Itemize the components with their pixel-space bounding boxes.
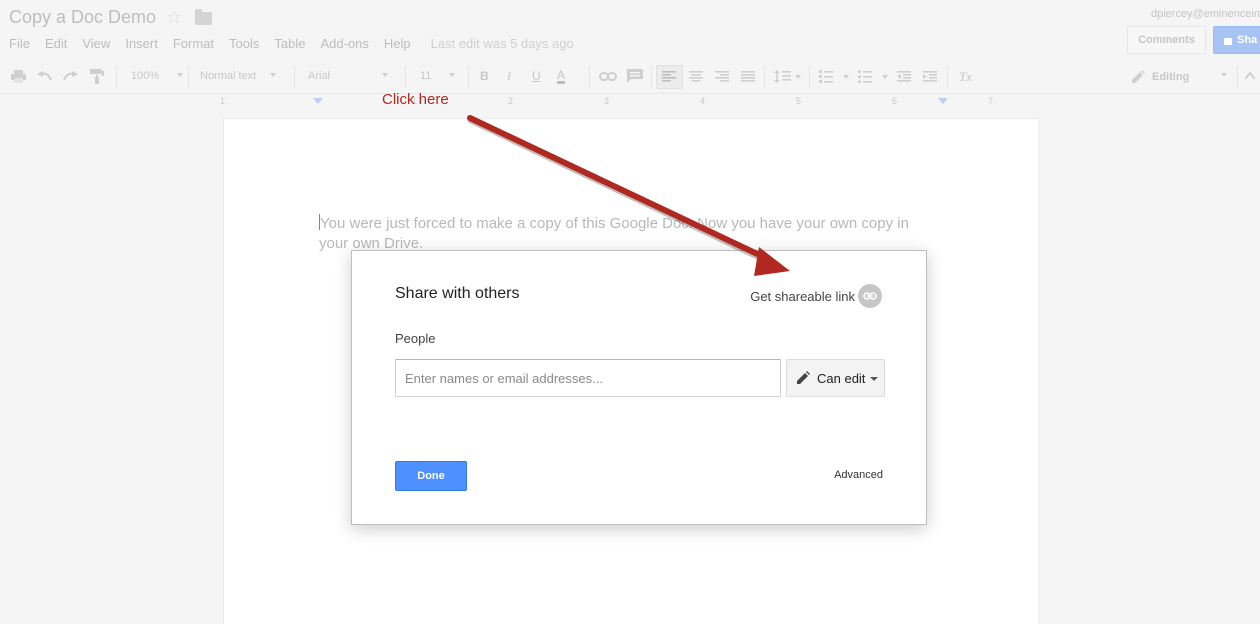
document-title[interactable]: Copy a Doc Demo: [9, 7, 156, 28]
folder-icon[interactable]: [195, 9, 212, 25]
align-center-icon[interactable]: [689, 71, 703, 82]
numbered-list-icon[interactable]: [819, 70, 851, 83]
clear-formatting-icon[interactable]: Tx: [959, 69, 972, 85]
toolbar-divider: [947, 66, 948, 88]
toolbar-divider: [468, 66, 469, 88]
get-shareable-link-label: Get shareable link: [750, 288, 855, 304]
permission-dropdown[interactable]: Can edit: [786, 359, 885, 397]
get-shareable-link-button[interactable]: Get shareable link: [750, 284, 882, 308]
menu-format[interactable]: Format: [173, 36, 214, 51]
comment-icon[interactable]: [627, 69, 643, 83]
increase-indent-icon[interactable]: [923, 71, 937, 82]
undo-icon[interactable]: [37, 71, 52, 81]
people-label: People: [395, 331, 436, 346]
comments-button-label: Comments: [1138, 34, 1195, 46]
toolbar-divider: [809, 66, 810, 88]
chevron-down-icon: [177, 73, 184, 77]
toolbar-divider: [651, 66, 652, 88]
menu-insert[interactable]: Insert: [125, 36, 158, 51]
toolbar-divider: [294, 66, 295, 88]
share-dialog: Share with others Get shareable link Peo…: [351, 250, 927, 525]
italic-button[interactable]: I: [507, 69, 511, 84]
ruler-tick-label: 3: [604, 96, 610, 106]
ruler-tick-label: 7: [988, 96, 994, 106]
dialog-title: Share with others: [395, 285, 520, 302]
toolbar: 100% Normal text Arial 11 B I U A Tx Edi…: [0, 60, 1260, 94]
chevron-down-icon: [870, 377, 879, 381]
zoom-value: 100%: [131, 70, 160, 82]
ruler-tick-label: 1: [220, 96, 226, 106]
menu-view[interactable]: View: [82, 36, 110, 51]
ruler-tick-label: 4: [700, 96, 706, 106]
bulleted-list-icon[interactable]: [858, 70, 890, 83]
menu-addons[interactable]: Add-ons: [320, 36, 368, 51]
zoom-select[interactable]: 100%: [131, 70, 184, 82]
chevron-down-icon: [449, 73, 456, 77]
justify-icon[interactable]: [741, 71, 755, 82]
menu-bar: File Edit View Insert Format Tools Table…: [9, 36, 589, 51]
last-edit-link[interactable]: Last edit was 5 days ago: [431, 36, 574, 51]
ruler-tick-label: 5: [796, 96, 802, 106]
underline-button[interactable]: U: [532, 69, 541, 83]
redo-icon[interactable]: [63, 71, 78, 81]
comments-button[interactable]: Comments: [1127, 26, 1206, 54]
done-button-label: Done: [417, 470, 445, 482]
callout-label: Click here: [382, 91, 449, 108]
chevron-down-icon: [1221, 73, 1228, 77]
style-select[interactable]: Normal text: [200, 70, 277, 82]
ruler-tick-label: 6: [892, 96, 898, 106]
print-icon[interactable]: [11, 70, 26, 83]
star-icon[interactable]: ☆: [166, 7, 182, 28]
font-value: Arial: [308, 70, 331, 82]
align-right-icon[interactable]: [715, 71, 729, 82]
font-size-select[interactable]: 11: [420, 70, 456, 82]
menu-file[interactable]: File: [9, 36, 30, 51]
pencil-icon: [797, 371, 810, 384]
toolbar-divider: [116, 66, 117, 88]
text-color-button[interactable]: A: [557, 69, 566, 84]
line-spacing-icon[interactable]: [774, 70, 802, 83]
ruler: 1 1 2 3 4 5 6 7: [220, 96, 1040, 108]
align-left-icon: [662, 71, 676, 82]
editing-mode-select[interactable]: Editing: [1131, 70, 1228, 84]
chevron-down-icon: [270, 73, 277, 77]
font-size-value: 11: [420, 70, 432, 82]
font-select[interactable]: Arial: [308, 70, 389, 82]
ruler-tick-label: 2: [508, 96, 514, 106]
style-value: Normal text: [200, 70, 257, 82]
toolbar-divider: [589, 66, 590, 88]
toolbar-divider: [764, 66, 765, 88]
paint-format-icon[interactable]: [90, 69, 105, 84]
menu-edit[interactable]: Edit: [45, 36, 67, 51]
menu-tools[interactable]: Tools: [229, 36, 259, 51]
share-button-label: Sha: [1237, 34, 1258, 46]
pencil-icon: [1132, 70, 1145, 83]
toolbar-divider: [1237, 66, 1238, 88]
done-button[interactable]: Done: [395, 461, 467, 491]
decrease-indent-icon[interactable]: [897, 71, 911, 82]
menu-help[interactable]: Help: [384, 36, 411, 51]
permission-value: Can edit: [817, 370, 866, 386]
chain-link-icon: [858, 284, 882, 308]
document-body-content: You were just forced to make a copy of t…: [319, 215, 909, 252]
lock-icon: [1224, 37, 1232, 45]
collapse-toolbar-icon[interactable]: [1245, 72, 1255, 80]
editing-mode-label: Editing: [1152, 71, 1190, 83]
link-icon[interactable]: [599, 72, 617, 81]
bold-button[interactable]: B: [480, 69, 489, 83]
people-input[interactable]: [395, 359, 781, 397]
user-email[interactable]: dpiercey@eminencein: [1151, 8, 1260, 20]
chevron-down-icon: [382, 73, 389, 77]
toolbar-divider: [188, 66, 189, 88]
toolbar-divider: [405, 66, 406, 88]
document-body-text[interactable]: You were just forced to make a copy of t…: [319, 214, 929, 254]
menu-table[interactable]: Table: [274, 36, 305, 51]
share-button[interactable]: Sha: [1213, 26, 1260, 54]
advanced-link[interactable]: Advanced: [834, 469, 883, 481]
